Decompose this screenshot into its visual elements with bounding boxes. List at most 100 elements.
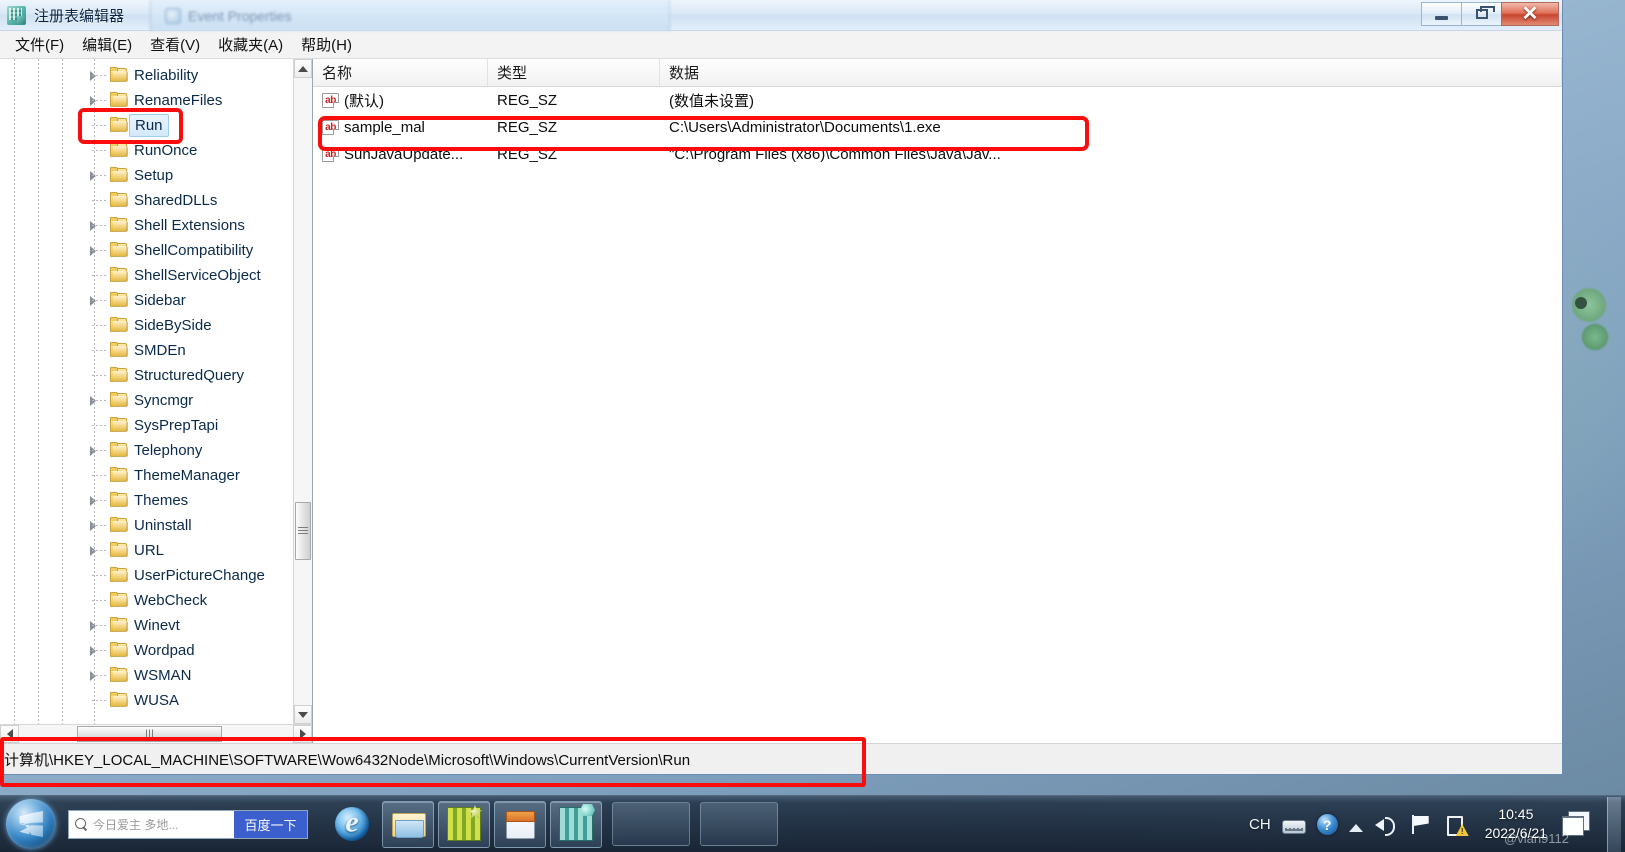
tree-item-label: SMDEn — [134, 342, 186, 359]
tree-vertical-scrollbar[interactable] — [293, 59, 312, 724]
chevron-up-icon[interactable] — [1348, 824, 1363, 832]
volume-icon[interactable] — [1374, 813, 1398, 836]
tree-item-wusa[interactable]: WUSA — [0, 688, 293, 713]
folder-icon — [110, 292, 129, 308]
keyboard-icon[interactable] — [1281, 819, 1306, 834]
start-button[interactable] — [6, 799, 56, 849]
menu-edit[interactable]: 编辑(E) — [73, 31, 141, 58]
search-input[interactable]: 今日爱主 多地... — [69, 810, 234, 838]
cell-value-name: ab sample_mal — [313, 119, 488, 136]
table-row[interactable]: ab SunJavaUpdate... REG_SZ "C:\Program File… — [313, 141, 1562, 168]
cell-value-type: REG_SZ — [497, 119, 558, 136]
baidu-search-button[interactable]: 百度一下 — [234, 810, 307, 838]
folder-icon — [110, 417, 129, 433]
status-bar: 计算机\HKEY_LOCAL_MACHINE\SOFTWARE\Wow6432N… — [0, 743, 1562, 774]
flag-icon[interactable] — [1409, 813, 1433, 835]
tree-connector-line — [92, 175, 108, 176]
column-header-type[interactable]: 类型 — [488, 59, 660, 86]
action-center-icon[interactable] — [1444, 813, 1468, 836]
table-row[interactable]: ab sample_mal REG_SZ C:\Users\Administrator… — [313, 114, 1562, 141]
folder-icon — [110, 217, 129, 233]
taskbar-item-teal-app[interactable] — [550, 800, 602, 848]
close-button[interactable]: ✕ — [1501, 2, 1559, 26]
taskbar-window-button[interactable] — [612, 802, 690, 846]
tree-item-telephony[interactable]: Telephony — [0, 438, 293, 463]
tree-item-webcheck[interactable]: WebCheck — [0, 588, 293, 613]
tree-item-renamefiles[interactable]: RenameFiles — [0, 88, 293, 113]
tree-horizontal-scrollbar[interactable] — [0, 724, 312, 743]
taskbar-item-green-app[interactable] — [438, 800, 490, 848]
help-icon[interactable]: ? — [1316, 814, 1338, 835]
tree-item-sidebyside[interactable]: SideBySide — [0, 313, 293, 338]
scroll-left-button[interactable] — [0, 725, 19, 743]
taskbar-item-file-explorer[interactable] — [382, 800, 434, 848]
taskbar-window-button[interactable] — [700, 802, 778, 846]
menu-favorites[interactable]: 收藏夹(A) — [209, 31, 292, 58]
tree-item-smden[interactable]: SMDEn — [0, 338, 293, 363]
restore-button[interactable] — [1461, 2, 1502, 26]
background-window-event-properties[interactable]: Event Properties — [150, 0, 670, 31]
scroll-down-button[interactable] — [294, 705, 312, 724]
tree-item-url[interactable]: URL — [0, 538, 293, 563]
tree-item-wordpad[interactable]: Wordpad — [0, 638, 293, 663]
tree-item-run[interactable]: Run — [0, 113, 293, 138]
menu-view[interactable]: 查看(V) — [141, 31, 209, 58]
tree-item-reliability[interactable]: Reliability — [0, 63, 293, 88]
tree-item-winevt[interactable]: Winevt — [0, 613, 293, 638]
tree-item-thememanager[interactable]: ThemeManager — [0, 463, 293, 488]
tree-item-label: Reliability — [134, 67, 199, 84]
tree-scroll-area: Reliability RenameFiles Run RunOnce Setup Sha… — [0, 59, 312, 724]
tree-item-syspreptapi[interactable]: SysPrepTapi — [0, 413, 293, 438]
tree-item-userpicturechange[interactable]: UserPictureChange — [0, 563, 293, 588]
folder-icon — [110, 142, 129, 158]
tree-item-label: WebCheck — [134, 592, 208, 609]
folder-icon — [110, 267, 129, 283]
tree-item-shareddlls[interactable]: SharedDLLs — [0, 188, 293, 213]
tree-item-setup[interactable]: Setup — [0, 163, 293, 188]
hscroll-thumb[interactable] — [77, 726, 222, 742]
scroll-up-button[interactable] — [294, 59, 312, 78]
tree-item-uninstall[interactable]: Uninstall — [0, 513, 293, 538]
input-language-indicator[interactable]: CH — [1249, 816, 1271, 833]
tree-connector-line — [92, 475, 108, 476]
menu-help[interactable]: 帮助(H) — [292, 31, 361, 58]
tree-item-shellserviceobject[interactable]: ShellServiceObject — [0, 263, 293, 288]
tree-connector-line — [92, 100, 108, 101]
scroll-thumb[interactable] — [295, 502, 311, 560]
menu-file[interactable]: 文件(F) — [6, 31, 73, 58]
tree-item-sidebar[interactable]: Sidebar — [0, 288, 293, 313]
cell-value-name: ab SunJavaUpdate... — [313, 146, 488, 163]
tree-item-themes[interactable]: Themes — [0, 488, 293, 513]
column-header-name[interactable]: 名称 — [313, 59, 488, 86]
taskbar-item-notepad[interactable] — [494, 800, 546, 848]
tree-item-shellcompatibility[interactable]: ShellCompatibility — [0, 238, 293, 263]
search-placeholder: 今日爱主 多地... — [93, 817, 179, 832]
column-header-data[interactable]: 数据 — [660, 59, 1562, 86]
folder-icon — [110, 617, 129, 633]
table-row[interactable]: ab (默认) REG_SZ (数值未设置) — [313, 87, 1562, 114]
chevron-right-icon — [299, 729, 306, 739]
tree-connector-line — [92, 500, 108, 501]
scroll-track[interactable] — [294, 78, 312, 705]
tree-connector-line — [92, 550, 108, 551]
tree-connector-line — [92, 325, 108, 326]
tree-item-label: Run — [129, 114, 169, 137]
folder-icon — [391, 807, 426, 841]
taskbar-item-internet-explorer[interactable] — [326, 801, 378, 848]
tree-connector-line — [92, 75, 108, 76]
tree-item-syncmgr[interactable]: Syncmgr — [0, 388, 293, 413]
tree-item-wsman[interactable]: WSMAN — [0, 663, 293, 688]
hscroll-track[interactable] — [19, 725, 293, 743]
tree-item-structuredquery[interactable]: StructuredQuery — [0, 363, 293, 388]
scroll-right-button[interactable] — [293, 725, 312, 743]
tree-item-label: Setup — [134, 167, 174, 184]
tree-connector-line — [92, 375, 108, 376]
tree-item-shell-extensions[interactable]: Shell Extensions — [0, 213, 293, 238]
registry-tree[interactable]: Reliability RenameFiles Run RunOnce Setup Sha… — [0, 59, 293, 724]
registry-values-list[interactable]: ab (默认) REG_SZ (数值未设置) ab sample_mal REG_SZ C:\… — [313, 87, 1562, 743]
minimize-button[interactable] — [1421, 2, 1462, 26]
show-desktop-button[interactable] — [1607, 796, 1621, 852]
tree-connector-line — [92, 250, 108, 251]
chevron-up-icon — [298, 65, 308, 72]
tree-item-runonce[interactable]: RunOnce — [0, 138, 293, 163]
